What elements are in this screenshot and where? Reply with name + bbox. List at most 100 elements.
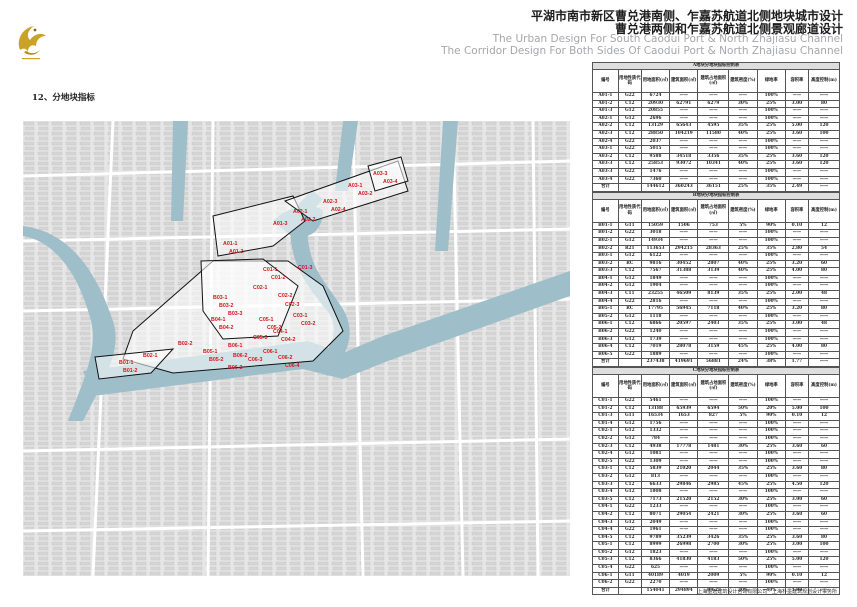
table-cell: C06-2: [592, 579, 619, 588]
table-cell: C12: [617, 99, 642, 109]
table-cell: C06-1: [592, 571, 619, 581]
table-cell: 100%: [756, 114, 786, 124]
column-header: 用地性质代码: [617, 198, 642, 223]
table-row: A03-3 G22 1476 —— —— —— 100% —— ——: [592, 167, 841, 177]
table-cell: ——: [807, 175, 841, 185]
table-cell: ——: [728, 450, 758, 459]
table-cell: 10341: [697, 160, 730, 169]
table-cell: ——: [807, 229, 841, 238]
map-label: C04-2: [281, 337, 295, 343]
table-cell: 3139: [697, 267, 730, 276]
column-header: 编号: [592, 69, 619, 93]
table-row: B04-2 G12 1904 —— —— —— 100% —— ——: [592, 282, 841, 292]
map-label: A03-1: [348, 183, 362, 189]
table-cell: ——: [728, 328, 758, 337]
table-cell: 8366: [640, 556, 671, 566]
table-cell: 16534: [640, 412, 671, 421]
table-cell: 3018: [640, 229, 671, 238]
table-cell: ——: [728, 236, 758, 246]
table-cell: ——: [669, 450, 699, 459]
table-row: B03-1 G12 6122 —— —— —— 100% —— ——: [592, 252, 841, 261]
table-cell: 6594: [697, 404, 730, 414]
table-cell: 25%: [756, 99, 786, 109]
total-cell: 154041: [640, 586, 671, 596]
table-row: B04-4 G22 2816 —— —— —— 100% —— ——: [592, 297, 841, 307]
table-cell: 45%: [728, 480, 758, 490]
table-cell: 1118: [640, 312, 671, 322]
table-cell: A03-2: [592, 152, 619, 162]
table-cell: ——: [808, 450, 840, 459]
table-cell: B04-1: [592, 274, 619, 284]
table-cell: ——: [697, 92, 730, 101]
table-row: C04-2 C12 8071 29054 2421 30% 25% 3.60 60: [592, 510, 840, 520]
table-cell: ——: [728, 92, 758, 101]
column-header: 高度控制(m): [807, 69, 841, 93]
map-label: A02-3: [323, 199, 337, 205]
total-cell: 360243: [669, 183, 699, 192]
table-cell: ——: [669, 579, 699, 588]
table-cell: G12: [617, 252, 642, 261]
table-row: C05-1 C12 8999 26998 2700 30% 25% 3.00 100: [592, 541, 840, 550]
table-cell: 3.60: [784, 442, 810, 452]
table-cell: 62791: [669, 99, 699, 109]
table-cell: 90%: [756, 571, 786, 581]
table-cell: ——: [728, 137, 758, 147]
total-cell: 56881: [697, 358, 730, 367]
table-cell: ——: [697, 145, 730, 154]
total-row: 合计 144612 360243 36151 25% 35% 2.49 ——: [592, 183, 841, 192]
table-cell: 0.10: [784, 571, 810, 581]
table-cell: C02-3: [592, 442, 619, 452]
map-label: B01-2: [123, 368, 137, 374]
table-row: B05-1 RC 17795 56945 7118 40% 25% 3.20 80: [592, 305, 841, 314]
table-cell: 14934: [640, 236, 671, 246]
table-cell: C12: [617, 510, 642, 520]
table-row: C02-4 G12 1081 —— —— —— 100% —— ——: [592, 450, 840, 459]
table-cell: ——: [669, 564, 699, 573]
table-cell: 1653: [669, 412, 699, 421]
table-cell: 120: [807, 160, 841, 169]
table-cell: ——: [669, 274, 699, 284]
column-header: 建筑占地面积(㎡): [697, 69, 730, 93]
table-cell: 30452: [669, 259, 699, 269]
table-cell: 35%: [728, 465, 758, 474]
table-cell: B03-1: [592, 252, 619, 261]
table-cell: G22: [617, 229, 642, 238]
table-cell: ——: [669, 114, 699, 124]
table-cell: ——: [807, 107, 841, 116]
table-cell: C05-3: [592, 556, 619, 566]
table-row: C04-1 G22 1233 —— —— —— 100% —— ——: [592, 503, 840, 512]
map-label: B03-3: [228, 311, 242, 317]
table-cell: 813: [640, 472, 671, 482]
table-cell: B01-1: [592, 221, 619, 231]
table-row: C04-4 G22 1961 —— —— —— 100% —— ——: [592, 526, 840, 535]
table-cell: G12: [617, 548, 642, 558]
table-cell: 1849: [640, 274, 671, 284]
table-cell: 25%: [756, 305, 786, 314]
table-cell: 46509: [669, 290, 699, 299]
table-row: A01-2 C12 20930 62791 6279 30% 25% 3.00 80: [592, 99, 841, 109]
table-cell: 41830: [669, 556, 699, 566]
table-cell: ——: [784, 419, 810, 429]
map-label: C01-2: [271, 275, 285, 281]
table-cell: 25%: [756, 259, 786, 269]
table-cell: 2009: [697, 571, 730, 581]
table-cell: 5%: [728, 221, 758, 231]
table-cell: ——: [784, 107, 809, 116]
table-cell: ——: [728, 175, 758, 185]
table-cell: 3356: [697, 152, 730, 162]
table-cell: C12: [617, 404, 642, 414]
map-label: A02-2: [301, 217, 315, 223]
table-cell: G22: [617, 137, 642, 147]
table-row: A01-1 G22 6724 —— —— —— 100% —— ——: [592, 92, 841, 101]
table-cell: B01-2: [592, 229, 619, 238]
table-cell: C12: [617, 533, 642, 543]
table-cell: G22: [617, 297, 642, 307]
table-cell: ——: [669, 488, 699, 497]
table-cell: ——: [808, 564, 840, 573]
table-cell: ——: [728, 114, 758, 124]
map-label: B01-1: [119, 360, 133, 366]
table-cell: G22: [617, 92, 642, 101]
table-cell: C04-5: [592, 533, 619, 543]
table-cell: G12: [617, 335, 642, 345]
table-cell: G22: [617, 175, 642, 185]
